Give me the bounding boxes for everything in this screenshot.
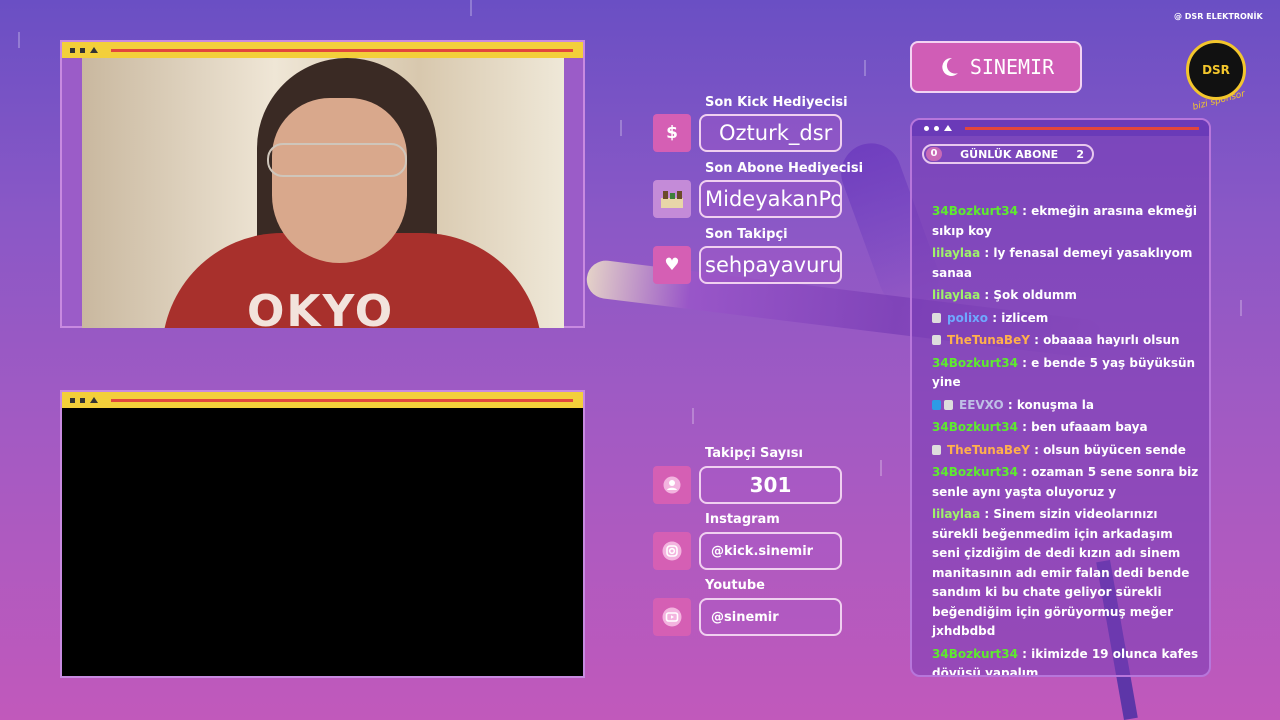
chat-message: 34Bozkurt34 : ekmeğin arasına ekmeği sık… xyxy=(932,204,1197,238)
chat-message: lilaylaa : Şok oldumm xyxy=(932,288,1077,302)
chat-username[interactable]: EEVXO xyxy=(959,398,1004,412)
chat-message: 34Bozkurt34 : ben ufaaam baya xyxy=(932,420,1148,434)
window-dot-icon xyxy=(70,397,75,403)
follower-count-label: Takipçi Sayısı xyxy=(705,446,803,461)
chat-message-text: olsun büyücen sende xyxy=(1043,442,1186,457)
chat-message: TheTunaBeY : olsun büyücen sende xyxy=(932,441,1202,461)
instagram-label: Instagram xyxy=(705,512,780,527)
subscriber-badge-icon xyxy=(932,335,941,345)
gift-badge-icon xyxy=(932,399,941,410)
chat-username[interactable]: lilaylaa xyxy=(932,246,980,260)
subscriber-badge-icon xyxy=(944,399,953,410)
rain-drop xyxy=(1240,300,1242,316)
window-triangle-icon xyxy=(944,125,952,131)
gift-icon xyxy=(653,180,691,218)
last-follower-value: sehpayavurula xyxy=(699,246,842,284)
window-triangle-icon xyxy=(90,47,98,53)
chat-message: polixo : izlicem xyxy=(932,309,1202,329)
titlebar-stripe xyxy=(965,126,1199,130)
titlebar-stripe xyxy=(111,48,573,52)
chat-message-text: obaaaa hayırlı olsun xyxy=(1043,333,1180,347)
heart-icon: ♥ xyxy=(653,246,691,284)
sponsor-brand: @ DSR ELEKTRONİK xyxy=(1174,12,1263,21)
webcam-video: OKYO xyxy=(82,58,564,328)
youtube-value: @sinemir xyxy=(699,598,842,636)
game-capture-video xyxy=(62,408,583,676)
chat-message-text: Sinem sizin videolarınızı sürekli beğenm… xyxy=(932,507,1190,638)
last-sub-gifter-value: MideyakanPog xyxy=(699,180,842,218)
last-kick-gifter-label: Son Kick Hediyecisi xyxy=(705,95,848,110)
game-capture-panel xyxy=(60,390,585,678)
window-dot-icon xyxy=(70,47,75,53)
chat-panel: 0 GÜNLÜK ABONE 2 34Bozkurt34 : ekmeğin a… xyxy=(910,118,1211,677)
rain-drop xyxy=(620,120,622,136)
youtube-label: Youtube xyxy=(705,578,765,593)
moon-icon xyxy=(942,57,958,76)
goal-label: GÜNLÜK ABONE xyxy=(960,147,1059,161)
chat-username[interactable]: TheTunaBeY xyxy=(947,443,1030,457)
instagram-value: @kick.sinemir xyxy=(699,532,842,570)
streamer-face xyxy=(272,98,407,263)
youtube-icon xyxy=(653,598,691,636)
dollar-icon: $ xyxy=(653,114,691,152)
subscriber-badge-icon xyxy=(932,444,941,455)
hoodie-print-text: OKYO xyxy=(247,286,395,328)
last-kick-gifter-value: Ozturk_dsr xyxy=(699,114,842,152)
goal-target: 2 xyxy=(1076,147,1084,161)
chat-username[interactable]: TheTunaBeY xyxy=(947,333,1030,347)
chat-message-text: izlicem xyxy=(1001,310,1049,325)
chat-message-text: ben ufaaam baya xyxy=(1031,420,1148,434)
last-follower-label: Son Takipçi xyxy=(705,227,788,242)
sponsor-mark: DSR xyxy=(1202,63,1230,77)
chat-message: EEVXO : konuşma la xyxy=(932,396,1202,416)
goal-start: 0 xyxy=(926,147,942,161)
instagram-icon xyxy=(653,532,691,570)
chat-username[interactable]: polixo xyxy=(947,311,988,325)
chat-message: 34Bozkurt34 : e bende 5 yaş büyüksün yin… xyxy=(932,355,1196,390)
last-sub-gifter-label: Son Abone Hediyecisi xyxy=(705,161,864,176)
rain-drop xyxy=(470,0,472,16)
window-dot-icon xyxy=(924,125,929,131)
window-square-icon xyxy=(80,47,85,53)
sponsor-logo: @ DSR ELEKTRONİK DSR bizi sponsor xyxy=(1168,10,1268,113)
chat-message-text: Şok oldumm xyxy=(993,288,1077,302)
subscriber-badge-icon xyxy=(932,312,941,323)
game-panel-titlebar xyxy=(62,392,583,408)
chat-username[interactable]: lilaylaa xyxy=(932,288,980,302)
chat-message: 34Bozkurt34 : ikimizde 19 olunca kafes d… xyxy=(932,645,1202,676)
chat-username[interactable]: lilaylaa xyxy=(932,507,980,521)
window-square-icon xyxy=(80,397,85,403)
follower-count-value: 301 xyxy=(699,466,842,504)
chat-username[interactable]: 34Bozkurt34 xyxy=(932,465,1018,479)
rain-drop xyxy=(880,460,882,476)
streamer-glasses xyxy=(267,143,407,177)
channel-name: SINEMIR xyxy=(969,55,1055,79)
chat-message: TheTunaBeY : obaaaa hayırlı olsun xyxy=(932,331,1202,351)
rain-drop xyxy=(18,32,20,48)
chat-message: lilaylaa : ly fenasal demeyi yasaklıyom … xyxy=(932,246,1193,280)
rain-drop xyxy=(692,408,694,424)
chat-username[interactable]: 34Bozkurt34 xyxy=(932,420,1018,434)
chat-username[interactable]: 34Bozkurt34 xyxy=(932,204,1018,218)
chat-username[interactable]: 34Bozkurt34 xyxy=(932,647,1018,661)
chat-message: 34Bozkurt34 : ozaman 5 sene sonra biz se… xyxy=(932,465,1199,499)
window-triangle-icon xyxy=(90,397,98,403)
chat-username[interactable]: 34Bozkurt34 xyxy=(932,356,1018,370)
daily-sub-goal: 0 GÜNLÜK ABONE 2 xyxy=(922,144,1094,164)
webcam-panel: OKYO xyxy=(60,40,585,328)
webcam-panel-titlebar xyxy=(62,42,583,58)
chat-message-list: 34Bozkurt34 : ekmeğin arasına ekmeği sık… xyxy=(932,202,1202,676)
window-dot-icon xyxy=(934,125,939,131)
chat-message-text: konuşma la xyxy=(1016,397,1094,412)
user-icon xyxy=(653,466,691,504)
chat-titlebar xyxy=(912,120,1209,136)
titlebar-stripe xyxy=(111,398,573,402)
channel-name-badge: SINEMIR xyxy=(910,41,1082,93)
rain-drop xyxy=(864,60,866,76)
chat-message: lilaylaa : Sinem sizin videolarınızı sür… xyxy=(932,507,1190,638)
